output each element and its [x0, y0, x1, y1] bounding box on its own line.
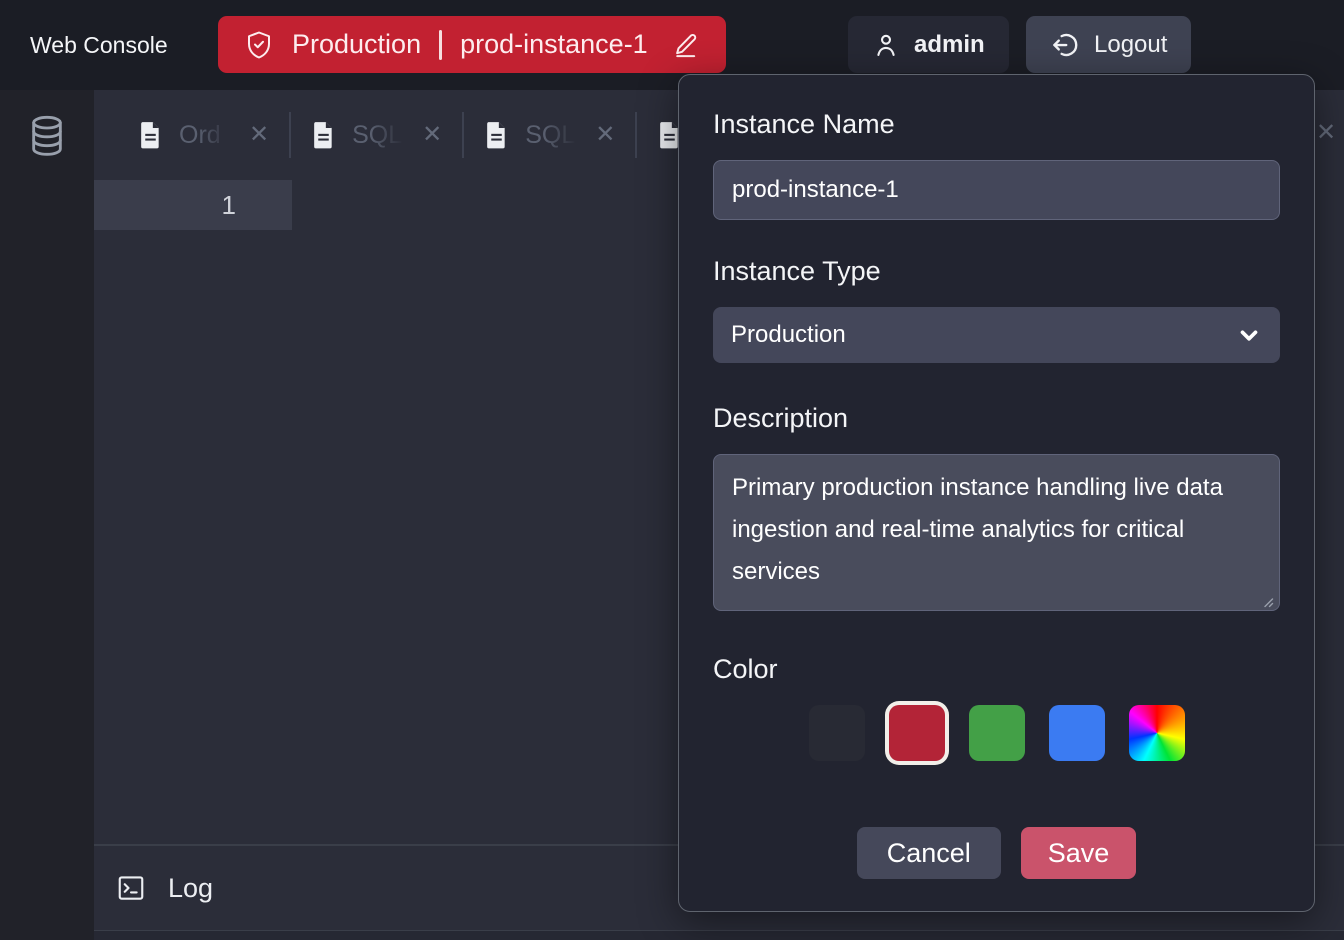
terminal-icon [116, 873, 146, 903]
user-icon [872, 31, 900, 59]
instance-name-field-label: Instance Name [713, 109, 1280, 140]
tab-close-icon-overflow[interactable]: ✕ [1316, 118, 1336, 147]
file-icon [138, 121, 163, 149]
save-button[interactable]: Save [1021, 827, 1137, 879]
instance-name-input[interactable] [713, 160, 1280, 220]
tab-divider [289, 112, 291, 158]
instance-type-select[interactable]: Production [713, 307, 1280, 363]
database-icon[interactable] [27, 114, 67, 158]
instance-type-field-label: Instance Type [713, 256, 1280, 287]
badge-separator [439, 30, 442, 60]
color-field-label: Color [713, 654, 1280, 685]
status-strip [94, 930, 1344, 940]
swatch-red[interactable] [889, 705, 945, 761]
username-label: admin [914, 31, 985, 59]
chevron-down-icon [1236, 322, 1262, 348]
swatch-rainbow[interactable] [1129, 705, 1185, 761]
swatch-blue[interactable] [1049, 705, 1105, 761]
logout-label: Logout [1094, 31, 1167, 59]
resize-handle-icon[interactable] [1261, 595, 1274, 608]
edit-pencil-icon[interactable] [672, 31, 700, 59]
description-field-label: Description [713, 403, 1280, 434]
description-textarea[interactable]: Primary production instance handling liv… [713, 454, 1280, 611]
logout-button[interactable]: Logout [1026, 16, 1191, 73]
file-icon [484, 121, 509, 149]
sidebar [0, 90, 94, 940]
instance-type-value: Production [731, 321, 846, 349]
swatch-default[interactable] [809, 705, 865, 761]
tab-1[interactable]: Ord ✕ [138, 121, 269, 150]
tab-label: Ord [179, 121, 233, 150]
tab-divider [462, 112, 464, 158]
app-title: Web Console [30, 0, 168, 90]
environment-label: Production [292, 29, 421, 60]
tab-label: SQL [525, 121, 579, 150]
tab-close-icon[interactable]: ✕ [422, 123, 442, 147]
tab-2[interactable]: SQL ✕ [311, 121, 442, 150]
tab-label: SQL [352, 121, 406, 150]
instance-edit-modal: Instance Name Instance Type Production D… [678, 74, 1315, 912]
color-swatch-row [809, 705, 1280, 761]
tab-divider [635, 112, 637, 158]
instance-name-label: prod-instance-1 [460, 29, 648, 60]
swatch-green[interactable] [969, 705, 1025, 761]
user-button[interactable]: admin [848, 16, 1009, 73]
logout-icon [1050, 30, 1080, 60]
log-label: Log [168, 873, 213, 904]
file-icon [311, 121, 336, 149]
cancel-button[interactable]: Cancel [857, 827, 1001, 879]
shield-check-icon [244, 30, 274, 60]
tab-3[interactable]: SQL ✕ [484, 121, 615, 150]
environment-badge[interactable]: Production prod-instance-1 [218, 16, 726, 73]
tab-close-icon[interactable]: ✕ [249, 123, 269, 147]
tab-close-icon[interactable]: ✕ [595, 123, 615, 147]
